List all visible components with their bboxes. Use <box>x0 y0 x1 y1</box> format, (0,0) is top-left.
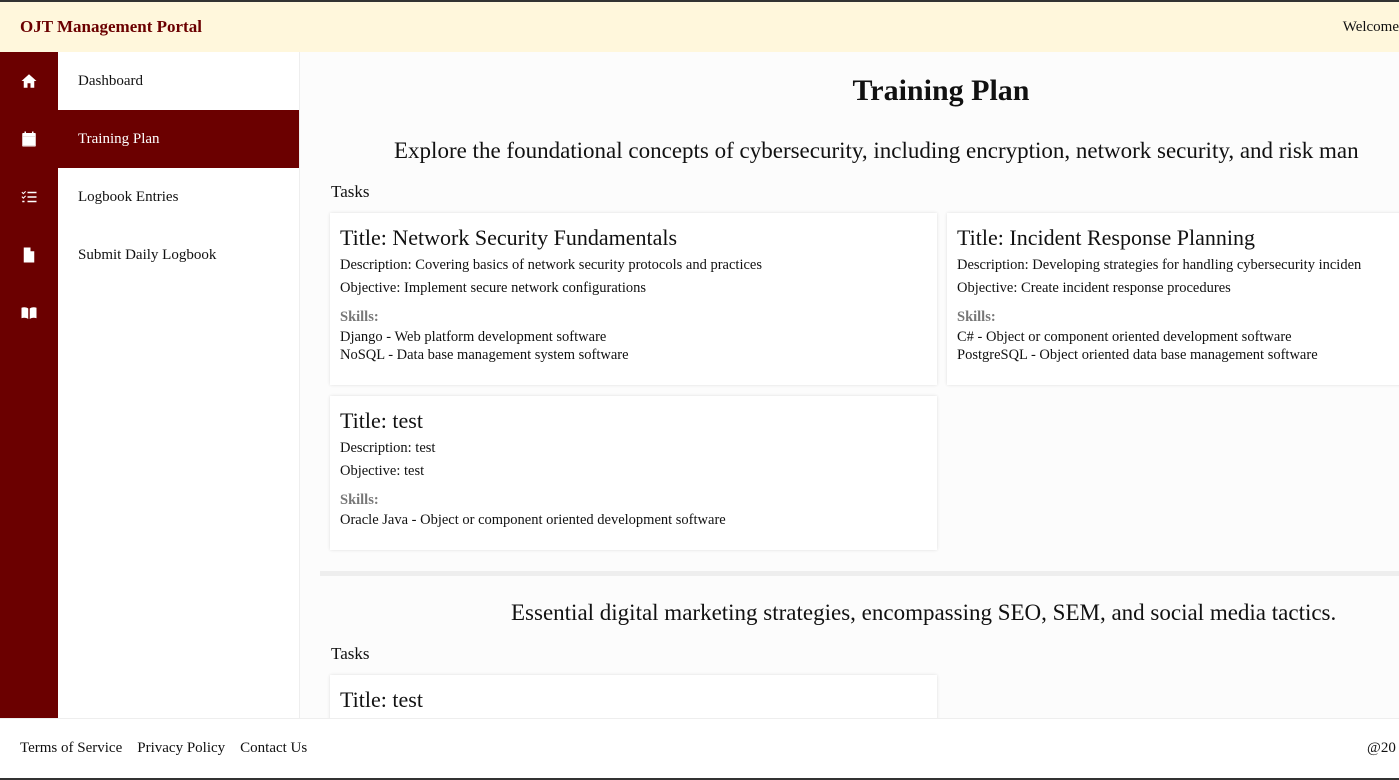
task-card: Title: test <box>330 675 937 718</box>
task-title: Title: test <box>340 408 423 433</box>
skill-item: NoSQL - Data base management system soft… <box>340 347 629 363</box>
task-objective: Objective: Create incident response proc… <box>957 280 1231 296</box>
menu-item-logbook-entries[interactable]: Logbook Entries <box>58 168 299 226</box>
task-objective: Objective: test <box>340 463 425 479</box>
menu-item-dashboard[interactable]: Dashboard <box>58 52 299 110</box>
main-content: Training Plan Explore the foundational c… <box>300 52 1399 718</box>
skills-label: Skills: <box>340 309 379 325</box>
footer: Terms of Service Privacy Policy Contact … <box>0 718 1399 780</box>
tasks-label: Tasks <box>331 182 370 201</box>
task-card: Title: Network Security Fundamentals Des… <box>330 213 937 385</box>
skill-item: Oracle Java - Object or component orient… <box>340 512 726 528</box>
skill-item: PostgreSQL - Object oriented data base m… <box>957 347 1318 363</box>
privacy-policy-link[interactable]: Privacy Policy <box>137 740 225 757</box>
task-description: Description: test <box>340 440 436 456</box>
calendar-icon[interactable] <box>0 110 58 168</box>
book-icon[interactable] <box>0 284 58 342</box>
welcome-text: Welcome, Moar <box>1342 18 1399 35</box>
plan-divider <box>320 571 1399 576</box>
task-title: Title: test <box>340 687 423 712</box>
skills-label: Skills: <box>957 309 996 325</box>
skills-label: Skills: <box>340 492 379 508</box>
contact-us-link[interactable]: Contact Us <box>240 740 307 757</box>
side-menu: Dashboard Training Plan Logbook Entries … <box>58 52 300 718</box>
page-title: Training Plan <box>852 74 1030 107</box>
task-description: Description: Developing strategies for h… <box>957 257 1362 273</box>
brand-title[interactable]: OJT Management Portal <box>20 17 202 37</box>
document-icon[interactable] <box>0 226 58 284</box>
task-title: Title: Network Security Fundamentals <box>340 225 678 250</box>
task-title: Title: Incident Response Planning <box>957 225 1256 250</box>
top-header: OJT Management Portal Welcome, Moar <box>0 0 1399 52</box>
skill-item: C# - Object or component oriented develo… <box>957 329 1292 345</box>
task-objective: Objective: Implement secure network conf… <box>340 280 647 296</box>
plan-description: Explore the foundational concepts of cyb… <box>394 138 1359 163</box>
task-card: Title: test Description: test Objective:… <box>330 396 937 550</box>
menu-item-training-plan[interactable]: Training Plan <box>58 110 299 168</box>
copyright-text: @20 <box>1367 740 1396 756</box>
skill-item: Django - Web platform development softwa… <box>340 329 607 345</box>
menu-item-submit-daily-logbook[interactable]: Submit Daily Logbook <box>58 226 299 284</box>
task-description: Description: Covering basics of network … <box>340 257 762 273</box>
home-icon[interactable] <box>0 52 58 110</box>
terms-of-service-link[interactable]: Terms of Service <box>20 740 122 757</box>
plan-description: Essential digital marketing strategies, … <box>511 600 1337 625</box>
icon-rail <box>0 52 58 718</box>
tasks-label: Tasks <box>331 644 370 663</box>
checklist-icon[interactable] <box>0 168 58 226</box>
task-card: Title: Incident Response Planning Descri… <box>947 213 1399 385</box>
